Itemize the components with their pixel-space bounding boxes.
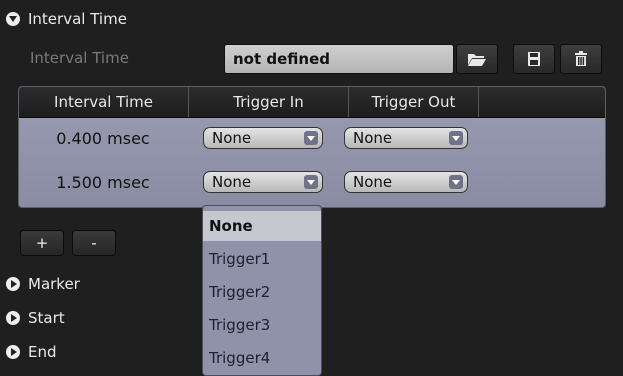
folder-open-icon [468, 54, 486, 66]
dropdown-option-none[interactable]: None [203, 211, 321, 241]
save-button[interactable] [513, 44, 555, 74]
table-row-time: 0.400 msec [56, 129, 150, 148]
start-section-header[interactable]: Start [6, 307, 65, 329]
table-header-row: Interval Time Trigger In Trigger Out [19, 87, 605, 118]
dropdown-option-trigger4[interactable]: Trigger4 [203, 343, 321, 373]
marker-section-header[interactable]: Marker [6, 273, 80, 295]
delete-button[interactable] [560, 44, 602, 74]
trigger-out-value: None [353, 129, 393, 147]
expand-arrow-icon [6, 345, 20, 359]
add-button[interactable]: + [20, 230, 64, 256]
interval-table: Interval Time Trigger In Trigger Out 0.4… [18, 86, 606, 208]
trigger-dropdown-list: None Trigger1 Trigger2 Trigger3 Trigger4 [202, 205, 322, 376]
start-section-title: Start [28, 309, 65, 327]
trigger-out-select[interactable]: None [344, 171, 468, 193]
dropdown-option-trigger3[interactable]: Trigger3 [203, 310, 321, 340]
chevron-down-icon [449, 131, 463, 145]
expand-arrow-icon [6, 277, 20, 291]
interval-time-label: Interval Time [30, 49, 129, 67]
marker-section-title: Marker [28, 275, 80, 293]
interval-time-section-header[interactable]: Interval Time [6, 8, 127, 30]
table-row-time: 1.500 msec [56, 173, 150, 192]
chevron-down-icon [304, 131, 318, 145]
trigger-in-value: None [212, 129, 252, 147]
trigger-in-value: None [212, 173, 252, 191]
chevron-down-icon [449, 175, 463, 189]
column-header-trigger-out[interactable]: Trigger Out [349, 87, 479, 117]
dropdown-option-trigger1[interactable]: Trigger1 [203, 244, 321, 274]
trigger-in-select[interactable]: None [203, 171, 323, 193]
trigger-out-select[interactable]: None [344, 127, 468, 149]
column-header-interval-time[interactable]: Interval Time [19, 87, 189, 117]
end-section-header[interactable]: End [6, 341, 57, 363]
trigger-in-select[interactable]: None [203, 127, 323, 149]
dropdown-option-trigger2[interactable]: Trigger2 [203, 277, 321, 307]
expand-arrow-icon [6, 311, 20, 325]
column-header-trigger-in[interactable]: Trigger In [189, 87, 349, 117]
remove-button[interactable]: - [72, 230, 116, 256]
trigger-out-value: None [353, 173, 393, 191]
trash-icon [575, 51, 587, 66]
collapse-arrow-icon [6, 12, 20, 26]
save-icon [528, 52, 540, 66]
chevron-down-icon [304, 175, 318, 189]
open-button[interactable] [456, 44, 498, 74]
end-section-title: End [28, 343, 57, 361]
interval-name-field[interactable]: not defined [224, 44, 454, 74]
interval-time-section-title: Interval Time [28, 10, 127, 28]
